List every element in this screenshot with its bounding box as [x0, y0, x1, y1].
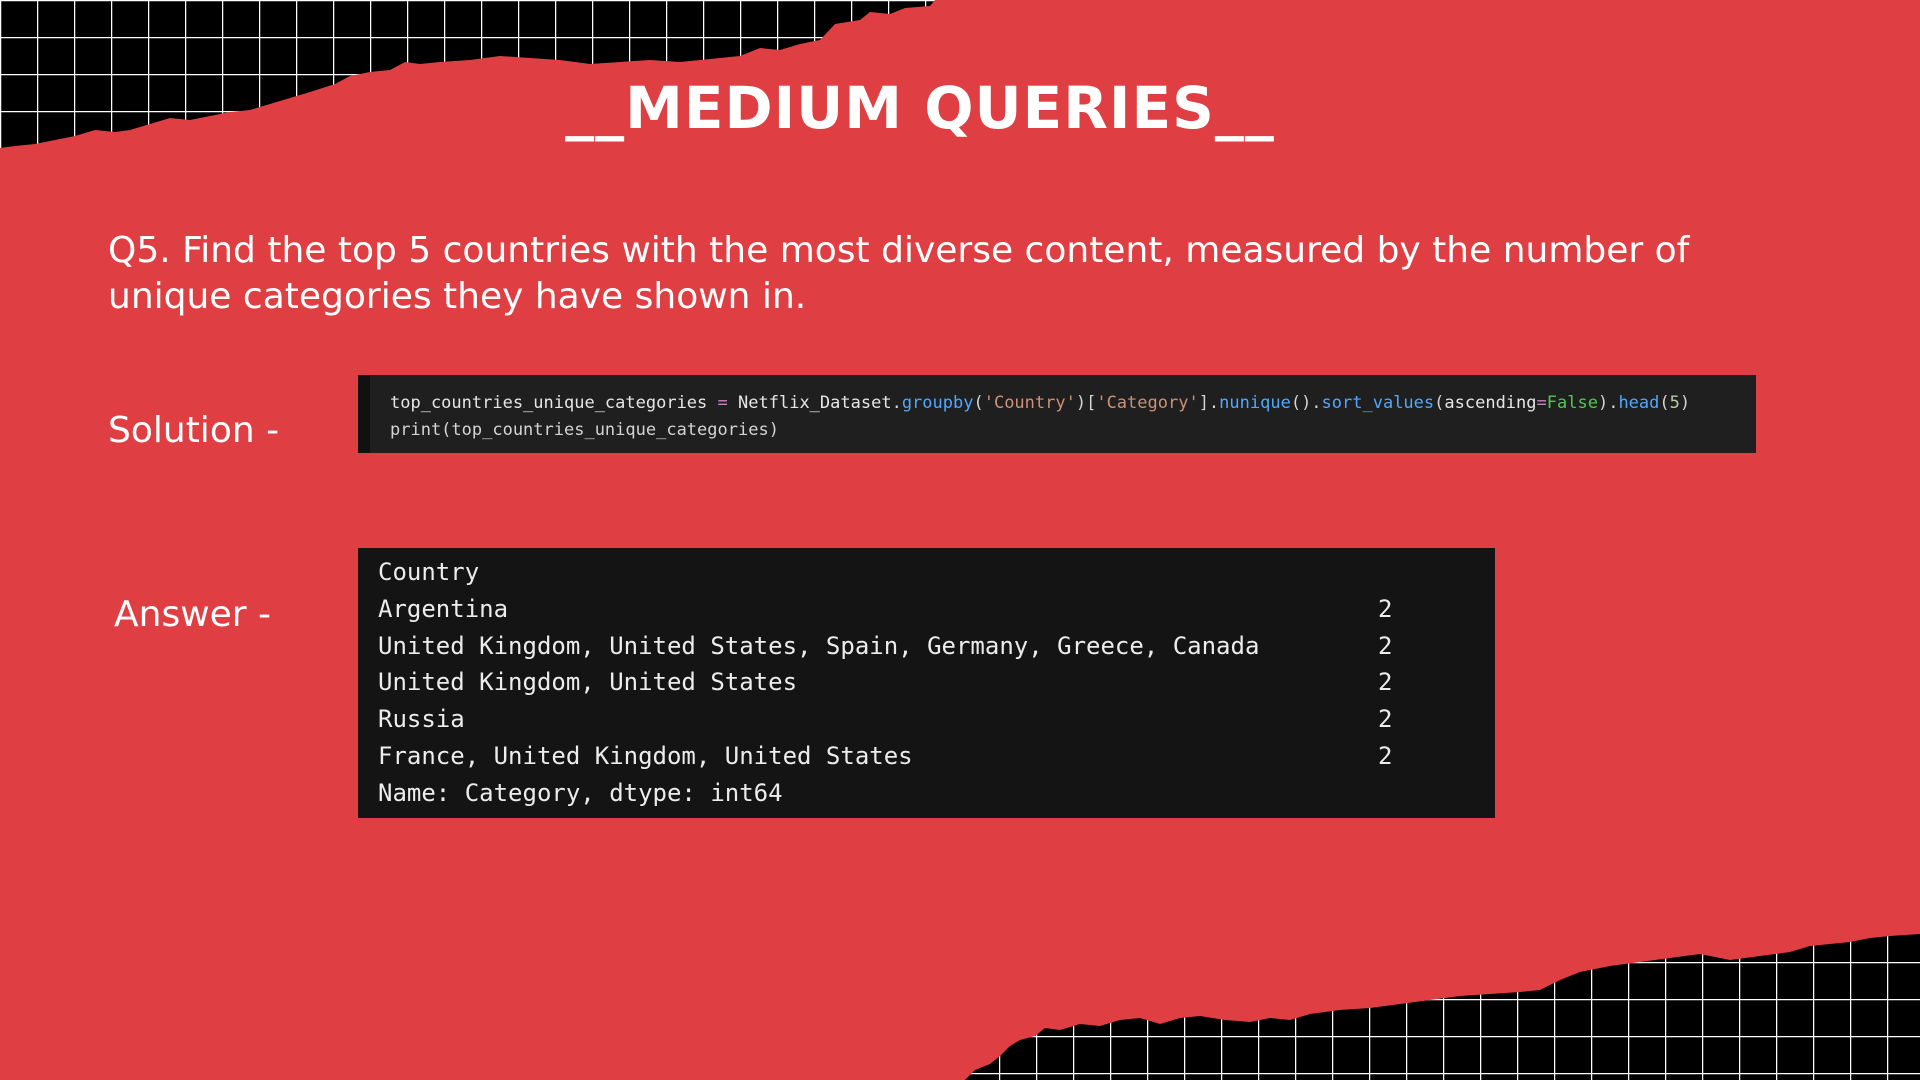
output-count: 2: [1378, 594, 1393, 623]
output-country: France, United Kingdom, United States: [378, 741, 913, 770]
code-param: ascending: [1444, 393, 1537, 413]
code-string-country: 'Country': [983, 393, 1076, 413]
code-assign-op: =: [717, 393, 728, 413]
output-country: Russia: [378, 705, 465, 734]
output-block: Country Argentina 2 United Kingdom, Unite…: [358, 548, 1495, 818]
answer-label: Answer -: [114, 594, 272, 635]
solution-label: Solution -: [108, 410, 280, 451]
output-count: 2: [1378, 668, 1393, 697]
code-fn-head: head: [1618, 393, 1660, 413]
code-line-1: top_countries_unique_categories = Netfli…: [390, 393, 1691, 413]
code-fn-nunique: nunique: [1219, 393, 1291, 413]
code-variable: top_countries_unique_categories: [390, 393, 708, 413]
output-count: 2: [1378, 741, 1393, 770]
question-text: Q5. Find the top 5 countries with the mo…: [108, 230, 1690, 317]
output-count: 2: [1378, 631, 1393, 660]
slide-title: __MEDIUM QUERIES__: [565, 74, 1275, 142]
output-row: United Kingdom, United States, Spain, Ge…: [378, 628, 1495, 665]
output-country: United Kingdom, United States, Spain, Ge…: [378, 631, 1260, 660]
output-row: France, United Kingdom, United States 2: [378, 738, 1495, 775]
code-block: top_countries_unique_categories = Netfli…: [358, 375, 1756, 453]
output-country: Argentina: [378, 594, 509, 623]
output-row: Argentina 2: [378, 591, 1495, 628]
output-count: 2: [1378, 705, 1393, 734]
code-number: 5: [1669, 393, 1680, 413]
output-footer: Name: Category, dtype: int64: [378, 778, 783, 807]
code-object: Netflix_Dataset: [738, 393, 892, 413]
output-header: Country: [378, 558, 480, 586]
output-row: Russia 2: [378, 701, 1495, 738]
code-fn-groupby: groupby: [901, 393, 974, 413]
output-country: United Kingdom, United States: [378, 668, 798, 697]
output-row: United Kingdom, United States 2: [378, 664, 1495, 701]
code-fn-sort-values: sort_values: [1321, 393, 1435, 413]
slide-background: [0, 0, 1920, 1080]
code-string-category: 'Category': [1096, 393, 1199, 413]
code-keyword-false: False: [1546, 393, 1598, 413]
code-line-2: print(top_countries_unique_categories): [390, 420, 779, 440]
